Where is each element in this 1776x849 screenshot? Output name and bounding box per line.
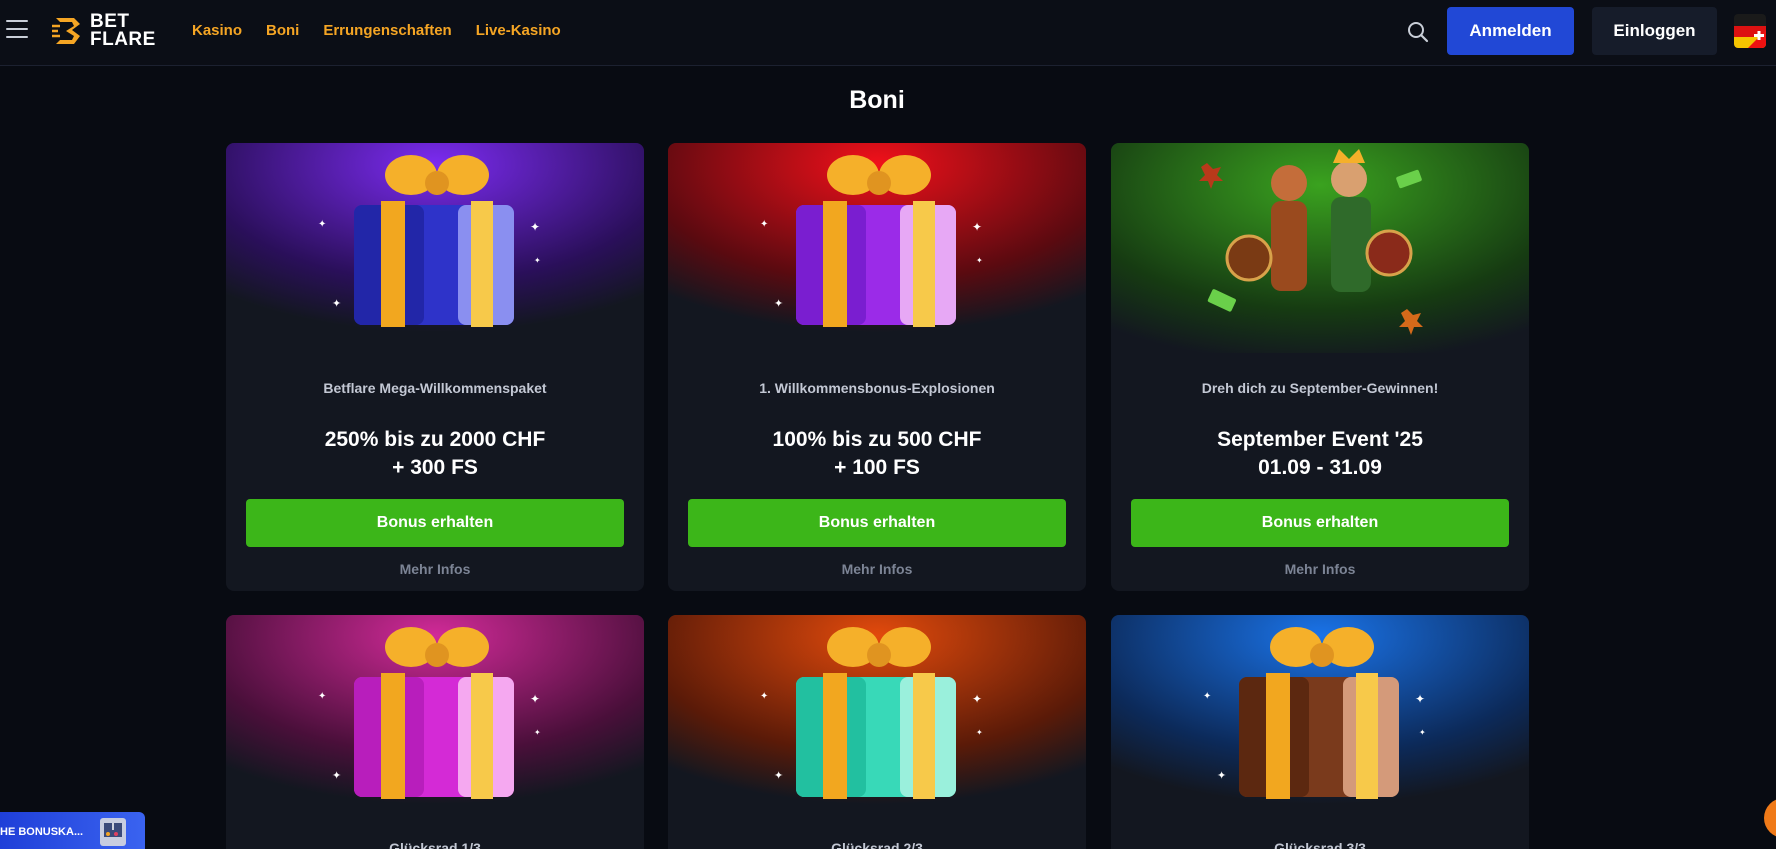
- svg-text:✦: ✦: [972, 692, 982, 706]
- svg-text:✦: ✦: [534, 256, 541, 265]
- card-2-freespins: + 100 FS: [834, 456, 920, 479]
- main-nav: Kasino Boni Errungenschaften Live-Kasino: [192, 22, 561, 39]
- svg-text:✦: ✦: [760, 219, 768, 230]
- nav-live-kasino[interactable]: Live-Kasino: [476, 22, 561, 39]
- flare-logo-icon: [52, 18, 80, 44]
- card-2-more-info-link[interactable]: Mehr Infos: [668, 561, 1086, 577]
- card-3-claim-button[interactable]: Bonus erhalten: [1131, 499, 1509, 547]
- chat-support-button[interactable]: [1764, 798, 1776, 838]
- card-1-freespins: + 300 FS: [392, 456, 478, 479]
- svg-text:✦: ✦: [972, 220, 982, 234]
- search-icon[interactable]: [1406, 20, 1430, 44]
- svg-text:✦: ✦: [318, 219, 326, 230]
- nav-boni[interactable]: Boni: [266, 22, 299, 39]
- register-button[interactable]: Anmelden: [1447, 7, 1574, 55]
- card-4-subtitle: Glücksrad 1/3: [389, 840, 481, 849]
- card-5-artwork: ✦ ✦ ✦ ✦: [668, 615, 1086, 825]
- svg-text:✦: ✦: [760, 691, 768, 702]
- card-3-event-dates: 01.09 - 31.09: [1258, 456, 1382, 479]
- card-2-subtitle: 1. Willkommensbonus-Explosionen: [759, 380, 995, 396]
- hamburger-menu-icon[interactable]: [6, 20, 28, 40]
- svg-text:✦: ✦: [530, 220, 540, 234]
- card-1-artwork: ✦ ✦ ✦ ✦: [226, 143, 644, 353]
- gift-box-teal-image: ✦ ✦ ✦ ✦: [668, 615, 1086, 825]
- gift-box-pink-image: ✦ ✦ ✦ ✦: [226, 615, 644, 825]
- gift-box-purple-image: ✦ ✦ ✦ ✦: [226, 143, 644, 353]
- svg-text:✦: ✦: [1415, 692, 1425, 706]
- bonus-card-6: ✦ ✦ ✦ ✦ Glücksrad 3/3: [1111, 615, 1529, 849]
- card-3-headline: September Event '25 01.09 - 31.09: [1111, 426, 1529, 482]
- card-2-claim-button[interactable]: Bonus erhalten: [688, 499, 1066, 547]
- september-event-characters-image: [1111, 143, 1529, 353]
- card-3-event-name: September Event '25: [1217, 428, 1423, 451]
- svg-text:✦: ✦: [976, 256, 983, 265]
- card-1-offer: 250% bis zu 2000 CHF: [324, 428, 546, 451]
- svg-text:✦: ✦: [530, 692, 540, 706]
- card-1-subtitle: Betflare Mega-Willkommenspaket: [323, 380, 547, 396]
- logo-text-flare: FLARE: [90, 29, 156, 50]
- claw-machine-icon: [100, 818, 126, 846]
- bonus-crab-widget[interactable]: HE BONUSKA...: [0, 812, 145, 849]
- bonus-card-1: ✦ ✦ ✦ ✦ Betflare Mega-Willkommenspaket 250%…: [226, 143, 644, 591]
- svg-text:✦: ✦: [332, 770, 341, 782]
- login-button[interactable]: Einloggen: [1592, 7, 1717, 55]
- bonus-card-2: ✦ ✦ ✦ ✦ 1. Willkommensbonus-Explosionen 100…: [668, 143, 1086, 591]
- betflare-logo[interactable]: BET FLARE: [52, 12, 162, 50]
- bonus-widget-label: HE BONUSKA...: [0, 826, 84, 838]
- card-2-headline: 100% bis zu 500 CHF + 100 FS: [668, 426, 1086, 482]
- top-header: BET FLARE Kasino Boni Errungenschaften L…: [0, 0, 1776, 66]
- card-6-artwork: ✦ ✦ ✦ ✦: [1111, 615, 1529, 825]
- nav-errungenschaften[interactable]: Errungenschaften: [323, 22, 451, 39]
- card-6-subtitle: Glücksrad 3/3: [1274, 840, 1366, 849]
- svg-text:✦: ✦: [1419, 728, 1426, 737]
- svg-text:✦: ✦: [534, 728, 541, 737]
- svg-text:✦: ✦: [976, 728, 983, 737]
- card-2-offer: 100% bis zu 500 CHF: [772, 428, 982, 451]
- svg-text:✦: ✦: [774, 770, 783, 782]
- svg-text:✦: ✦: [1217, 770, 1226, 782]
- card-3-subtitle: Dreh dich zu September-Gewinnen!: [1201, 380, 1439, 396]
- gift-box-violet-image: ✦ ✦ ✦ ✦: [668, 143, 1086, 353]
- page-title: Boni: [849, 86, 905, 114]
- bonus-card-4: ✦ ✦ ✦ ✦ Glücksrad 1/3: [226, 615, 644, 849]
- svg-text:✦: ✦: [1203, 691, 1211, 702]
- card-5-subtitle: Glücksrad 2/3: [831, 840, 923, 849]
- card-2-artwork: ✦ ✦ ✦ ✦: [668, 143, 1086, 353]
- card-1-headline: 250% bis zu 2000 CHF + 300 FS: [226, 426, 644, 482]
- card-4-artwork: ✦ ✦ ✦ ✦: [226, 615, 644, 825]
- card-1-more-info-link[interactable]: Mehr Infos: [226, 561, 644, 577]
- card-1-claim-button[interactable]: Bonus erhalten: [246, 499, 624, 547]
- bonus-card-5: ✦ ✦ ✦ ✦ Glücksrad 2/3: [668, 615, 1086, 849]
- svg-text:✦: ✦: [318, 691, 326, 702]
- svg-text:✦: ✦: [332, 298, 341, 310]
- language-flag-icon[interactable]: [1734, 14, 1766, 48]
- gift-box-brown-image: ✦ ✦ ✦ ✦: [1111, 615, 1529, 825]
- bonus-card-3: Dreh dich zu September-Gewinnen! Septemb…: [1111, 143, 1529, 591]
- nav-kasino[interactable]: Kasino: [192, 22, 242, 39]
- svg-text:✦: ✦: [774, 298, 783, 310]
- card-3-more-info-link[interactable]: Mehr Infos: [1111, 561, 1529, 577]
- card-3-artwork: [1111, 143, 1529, 353]
